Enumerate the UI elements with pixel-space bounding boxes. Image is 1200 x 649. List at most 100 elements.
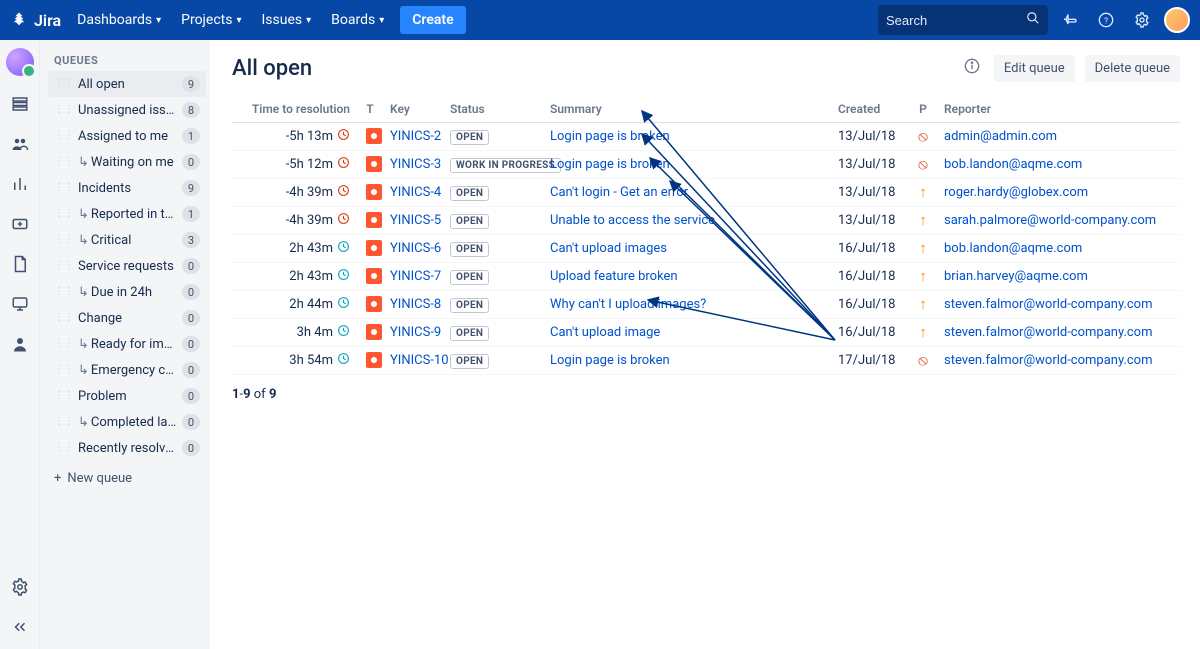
create-button[interactable]: Create (400, 6, 465, 34)
nav-item-boards[interactable]: Boards▾ (323, 6, 392, 34)
created-value: 17/Jul/18 (830, 347, 910, 375)
sidebar-item[interactable]: ⋮⋮↳Due in 24h0 (48, 279, 206, 305)
drag-handle-icon[interactable]: ⋮⋮ (54, 131, 74, 141)
nav-item-projects[interactable]: Projects▾ (173, 6, 249, 34)
drag-handle-icon[interactable]: ⋮⋮ (54, 365, 74, 375)
drag-handle-icon[interactable]: ⋮⋮ (54, 313, 74, 323)
sidebar-item[interactable]: ⋮⋮↳Ready for implem...0 (48, 331, 206, 357)
drag-handle-icon[interactable]: ⋮⋮ (54, 391, 74, 401)
jira-logo[interactable]: Jira (10, 11, 61, 30)
reporter-link[interactable]: bob.landon@aqme.com (944, 241, 1082, 256)
drag-handle-icon[interactable]: ⋮⋮ (54, 339, 74, 349)
issue-key-link[interactable]: YINICS-2 (390, 129, 441, 144)
edit-queue-button[interactable]: Edit queue (994, 55, 1075, 82)
summary-link[interactable]: Why can't I upload images? (550, 297, 706, 312)
summary-link[interactable]: Can't upload images (550, 241, 667, 256)
sidebar-item[interactable]: ⋮⋮Recently resolved0 (48, 435, 206, 461)
drag-handle-icon[interactable]: ⋮⋮ (54, 443, 74, 453)
sidebar-item[interactable]: ⋮⋮All open9 (48, 71, 206, 97)
drag-handle-icon[interactable]: ⋮⋮ (54, 157, 74, 167)
drag-handle-icon[interactable]: ⋮⋮ (54, 105, 74, 115)
sidebar-item[interactable]: ⋮⋮Service requests0 (48, 253, 206, 279)
info-icon[interactable] (960, 54, 984, 82)
sidebar-item[interactable]: ⋮⋮↳Waiting on me0 (48, 149, 206, 175)
reports-icon[interactable] (8, 172, 32, 196)
reporter-link[interactable]: bob.landon@aqme.com (944, 157, 1082, 172)
sidebar-item[interactable]: ⋮⋮Incidents9 (48, 175, 206, 201)
sidebar-item[interactable]: ⋮⋮Problem0 (48, 383, 206, 409)
drag-handle-icon[interactable]: ⋮⋮ (54, 79, 74, 89)
sidebar-item[interactable]: ⋮⋮Assigned to me1 (48, 123, 206, 149)
monitor-icon[interactable] (8, 292, 32, 316)
pager-of-word: of (254, 387, 266, 402)
collapse-icon[interactable] (8, 615, 32, 639)
drag-handle-icon[interactable]: ⋮⋮ (54, 183, 74, 193)
queues-icon[interactable] (8, 92, 32, 116)
project-settings-icon[interactable] (8, 575, 32, 599)
issue-key-link[interactable]: YINICS-8 (390, 297, 441, 312)
customers-icon[interactable] (8, 132, 32, 156)
issue-key-link[interactable]: YINICS-9 (390, 325, 441, 340)
drag-handle-icon[interactable]: ⋮⋮ (54, 287, 74, 297)
issue-key-link[interactable]: YINICS-5 (390, 213, 441, 228)
issue-key-link[interactable]: YINICS-7 (390, 269, 441, 284)
issue-key-link[interactable]: YINICS-3 (390, 157, 441, 172)
ttr-value: -5h 12m (286, 157, 333, 172)
project-avatar[interactable] (6, 48, 34, 76)
profile-avatar[interactable] (1164, 7, 1190, 33)
reporter-link[interactable]: steven.falmor@world-company.com (944, 353, 1153, 368)
reporter-link[interactable]: sarah.palmore@world-company.com (944, 213, 1156, 228)
new-queue-button[interactable]: + New queue (48, 465, 206, 492)
person-icon[interactable] (8, 332, 32, 356)
summary-link[interactable]: Login page is broken (550, 157, 670, 172)
summary-link[interactable]: Login page is broken (550, 129, 670, 144)
sidebar-item[interactable]: ⋮⋮↳Completed last 3...0 (48, 409, 206, 435)
summary-link[interactable]: Upload feature broken (550, 269, 678, 284)
delete-queue-button[interactable]: Delete queue (1085, 55, 1180, 82)
summary-link[interactable]: Can't upload image (550, 325, 660, 340)
col-summary[interactable]: Summary (542, 96, 830, 123)
page-icon[interactable] (8, 252, 32, 276)
col-priority[interactable]: P (910, 96, 936, 123)
drag-handle-icon[interactable]: ⋮⋮ (54, 209, 74, 219)
summary-link[interactable]: Can't login - Get an error (550, 185, 688, 200)
col-status[interactable]: Status (442, 96, 542, 123)
issue-key-link[interactable]: YINICS-6 (390, 241, 441, 256)
sidebar-item[interactable]: ⋮⋮Change0 (48, 305, 206, 331)
raise-request-icon[interactable] (8, 212, 32, 236)
reporter-link[interactable]: roger.hardy@globex.com (944, 185, 1088, 200)
reporter-link[interactable]: steven.falmor@world-company.com (944, 325, 1153, 340)
sidebar-item[interactable]: ⋮⋮↳Reported in the la...1 (48, 201, 206, 227)
nav-item-issues[interactable]: Issues▾ (254, 6, 320, 34)
col-type[interactable]: T (358, 96, 382, 123)
search-input[interactable] (886, 13, 1026, 28)
sidebar-item-count: 8 (182, 102, 200, 118)
summary-link[interactable]: Unable to access the service (550, 213, 715, 228)
reporter-link[interactable]: steven.falmor@world-company.com (944, 297, 1153, 312)
issue-key-link[interactable]: YINICS-10 (390, 353, 449, 368)
feedback-icon[interactable] (1056, 6, 1084, 34)
col-created[interactable]: Created (830, 96, 910, 123)
table-row: -5h 12mYINICS-3WORK IN PROGRESSLogin pag… (232, 151, 1180, 179)
sidebar-item-label: ↳Waiting on me (78, 155, 178, 170)
col-ttr[interactable]: Time to resolution (232, 96, 358, 123)
col-reporter[interactable]: Reporter (936, 96, 1180, 123)
priority-blocker-icon: ⦸ (918, 351, 928, 369)
global-search[interactable] (878, 5, 1048, 35)
help-icon[interactable]: ? (1092, 6, 1120, 34)
issue-key-link[interactable]: YINICS-4 (390, 185, 441, 200)
sidebar-item[interactable]: ⋮⋮↳Critical3 (48, 227, 206, 253)
settings-icon[interactable] (1128, 6, 1156, 34)
summary-link[interactable]: Login page is broken (550, 353, 670, 368)
reporter-link[interactable]: admin@admin.com (944, 129, 1057, 144)
sidebar-item[interactable]: ⋮⋮Unassigned issues8 (48, 97, 206, 123)
drag-handle-icon[interactable]: ⋮⋮ (54, 235, 74, 245)
drag-handle-icon[interactable]: ⋮⋮ (54, 261, 74, 271)
col-key[interactable]: Key (382, 96, 442, 123)
reporter-link[interactable]: brian.harvey@aqme.com (944, 269, 1088, 284)
sidebar-item[interactable]: ⋮⋮↳Emergency change0 (48, 357, 206, 383)
indent-icon: ↳ (78, 415, 89, 430)
nav-item-dashboards[interactable]: Dashboards▾ (69, 6, 169, 34)
sidebar-item-label: Problem (78, 389, 178, 404)
drag-handle-icon[interactable]: ⋮⋮ (54, 417, 74, 427)
